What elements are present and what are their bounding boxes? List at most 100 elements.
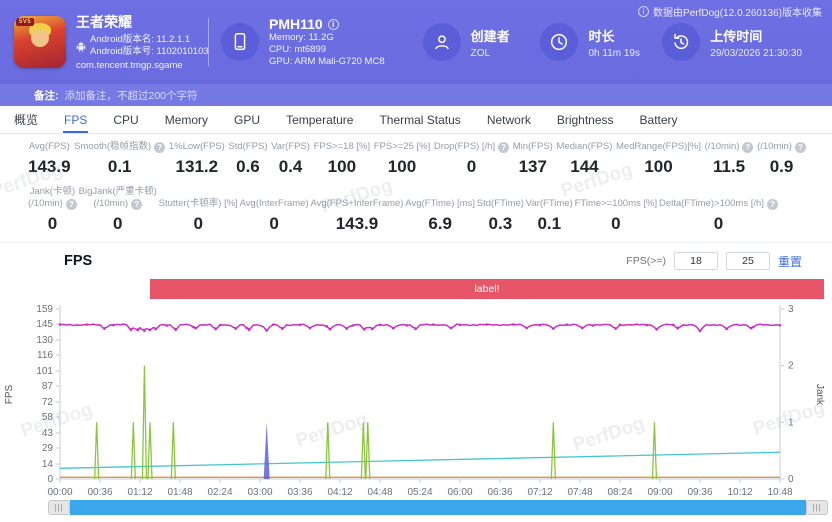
upload-time-block: 上传时间 29/03/2026 21:30:30 (662, 23, 822, 61)
stat-cell: FPS>=18 [%]100 (314, 141, 371, 177)
x-tick-label: 10:48 (767, 487, 792, 498)
reset-button[interactable]: 重置 (778, 253, 802, 270)
fps-threshold-input-1[interactable] (674, 252, 718, 270)
x-tick-label: 04:12 (327, 487, 352, 498)
tiny-jank-spike (95, 422, 99, 479)
device-info-icon[interactable]: i (328, 19, 339, 30)
y-left-tick: 0 (47, 474, 53, 485)
stat-value: 100 (388, 157, 416, 177)
info-icon: i (638, 6, 649, 17)
series-interframe (60, 452, 780, 468)
stat-cell: MedRange(FPS)[%]100 (616, 141, 701, 177)
x-tick-label: 03:36 (287, 487, 312, 498)
collect-note-text: 数据由PerfDog(12.0.260136)版本收集 (653, 4, 822, 19)
tab-network[interactable]: Network (474, 106, 544, 133)
stat-cell: (/10min)?0.9 (757, 141, 806, 177)
x-tick-label: 09:00 (647, 487, 672, 498)
stat-label: Var(FPS) (271, 141, 310, 153)
x-tick-label: 10:12 (727, 487, 752, 498)
tab-bar: 概览FPSCPUMemoryGPUTemperatureThermal Stat… (0, 106, 832, 134)
tab-brightness[interactable]: Brightness (544, 106, 627, 133)
stat-cell: FPS>=25 [%] 100 (374, 141, 431, 177)
stat-cell: Median(FPS)144 (556, 141, 612, 177)
tab-cpu[interactable]: CPU (100, 106, 151, 133)
android-version-name: Android版本名: 11.2.1.1 (90, 34, 209, 46)
stat-label: Avg(FPS) (29, 141, 70, 153)
perfdog-report-page: i 数据由PerfDog(12.0.260136)版本收集 5V5 王者荣耀 A… (0, 0, 832, 522)
stat-cell: Std(FTime)0.3 (477, 198, 524, 234)
scrollbar-right-handle[interactable]: ||| (806, 500, 828, 515)
tiny-jank-spike (551, 422, 555, 479)
y-left-tick: 58 (42, 412, 54, 423)
help-icon[interactable]: ? (742, 142, 753, 153)
stat-cell: BigJank(严重卡顿)(/10min)?0 (79, 186, 157, 234)
help-icon[interactable]: ? (154, 142, 165, 153)
stat-label: (/10min) (28, 198, 63, 210)
help-icon[interactable]: ? (66, 199, 77, 210)
x-tick-label: 09:36 (687, 487, 712, 498)
stat-value: 0.9 (770, 157, 794, 177)
tab-memory[interactable]: Memory (152, 106, 221, 133)
tab-fps[interactable]: FPS (51, 106, 100, 133)
note-bar[interactable]: 备注: 添加备注，不超过200个字符 (0, 84, 832, 106)
y-left-tick: 87 (42, 381, 54, 392)
duration-label: 时长 (588, 26, 640, 45)
stat-cell: FTime>=100ms [%]0 (575, 198, 658, 234)
stat-value: 100 (328, 157, 356, 177)
stat-value: 11.5 (713, 157, 745, 177)
scrollbar-left-handle[interactable]: ||| (48, 500, 70, 515)
help-icon[interactable]: ? (795, 142, 806, 153)
stat-cell: Avg(InterFrame)0 (240, 198, 309, 234)
tab-thermal-status[interactable]: Thermal Status (366, 106, 473, 133)
x-tick-label: 03:00 (247, 487, 272, 498)
stat-value: 143.9 (336, 214, 379, 234)
stat-value: 143.9 (28, 157, 71, 177)
stat-label: BigJank(严重卡顿) (79, 186, 157, 198)
stat-cell: Delta(FTime)>100ms [/h]?0 (659, 198, 778, 234)
collect-note: i 数据由PerfDog(12.0.260136)版本收集 (638, 4, 822, 19)
fps-threshold-input-2[interactable] (726, 252, 770, 270)
y-left-tick: 72 (42, 397, 54, 408)
fps-section-title: FPS (64, 253, 92, 269)
stat-cell: (/10min)? 11.5 (705, 141, 754, 177)
creator-block: 创建者 ZOL (423, 23, 541, 61)
stat-value: 0 (113, 214, 122, 234)
stat-cell: Smooth(稳帧指数)?0.1 (74, 141, 165, 177)
help-icon[interactable]: ? (131, 199, 142, 210)
y-left-tick: 29 (42, 443, 54, 454)
tab-battery[interactable]: Battery (627, 106, 691, 133)
android-icon (76, 41, 86, 52)
tab-temperature[interactable]: Temperature (273, 106, 366, 133)
tab-gpu[interactable]: GPU (221, 106, 273, 133)
stat-value: 0 (269, 214, 278, 234)
stat-label: (/10min) (705, 141, 740, 153)
stat-label: Var(FTime) (526, 198, 573, 210)
tiny-jank-spike (361, 422, 365, 479)
stat-label: Avg(FTime) [ms] (405, 198, 475, 210)
small-jank-spike (264, 422, 270, 479)
help-icon[interactable]: ? (498, 142, 509, 153)
stat-label: Jank(卡顿) (30, 186, 75, 198)
chart-annotation-bar[interactable]: label! (150, 279, 824, 299)
duration-value: 0h 11m 19s (588, 48, 640, 59)
scrollbar-track[interactable] (70, 500, 806, 515)
y-left-tick: 145 (36, 319, 53, 330)
stat-cell: Avg(FPS+InterFrame)143.9 (310, 198, 403, 234)
creator-value: ZOL (471, 48, 510, 59)
help-icon[interactable]: ? (767, 199, 778, 210)
device-gpu: GPU: ARM Mali-G720 MC8 (269, 56, 385, 68)
stat-value: 0.1 (108, 157, 132, 177)
stat-label: (/10min) (757, 141, 792, 153)
y-left-tick: 116 (37, 350, 53, 361)
app-block: 5V5 王者荣耀 Android版本名: 11.2.1.1 Android版本号… (14, 12, 206, 72)
duration-block: 时长 0h 11m 19s (540, 23, 662, 61)
fps-chart[interactable]: 0142943587287101116130145159012300:0000:… (0, 301, 832, 499)
stat-cell: Stutter(卡顿率) [%]0 (159, 198, 238, 234)
tab-概览[interactable]: 概览 (1, 106, 51, 133)
y-right-tick: 3 (788, 304, 794, 315)
chart-scrollbar: ||| ||| (48, 500, 828, 515)
stat-label: Median(FPS) (556, 141, 612, 153)
stat-label: Std(FPS) (228, 141, 267, 153)
user-icon (423, 23, 461, 61)
stat-label: FPS>=25 [%] (374, 141, 431, 153)
